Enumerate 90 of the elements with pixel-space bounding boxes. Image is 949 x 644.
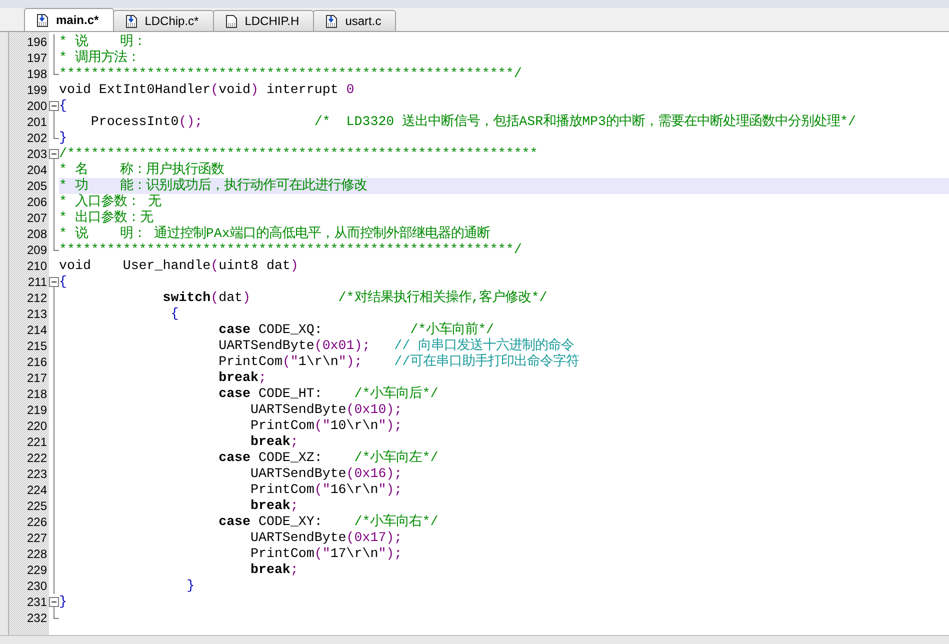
line-number: 210	[26, 258, 48, 274]
line-number: 203	[26, 146, 48, 162]
fold-end-icon	[53, 130, 59, 139]
line-number: 198	[26, 66, 48, 82]
line-number: 199	[26, 82, 48, 98]
code-line: UARTSendByte(0x10);	[250, 402, 402, 417]
line-number: 226	[26, 514, 48, 530]
line-number: 208	[26, 226, 48, 242]
code-line: PrintCom("16\r\n");	[250, 482, 402, 497]
line-number: 219	[26, 402, 48, 418]
line-number: 225	[26, 498, 48, 514]
line-number: 232	[26, 610, 48, 626]
code-line: {	[59, 98, 67, 113]
line-number: 196	[26, 34, 48, 50]
code-line: case CODE_XQ: /*小车向前*/	[218, 322, 494, 337]
code-line: * 调用方法：	[59, 50, 140, 65]
code-line: void User_handle(uint8 dat)	[59, 258, 298, 273]
line-number: 206	[26, 194, 48, 210]
file-tab[interactable]: LDCHIP.H	[212, 10, 314, 31]
line-number: 202	[26, 130, 48, 146]
line-number: 216	[26, 354, 48, 370]
fold-toggle-icon[interactable]	[49, 594, 59, 610]
code-line: PrintCom("17\r\n");	[250, 546, 402, 561]
line-number: 204	[26, 162, 48, 178]
fold-toggle-icon[interactable]	[49, 98, 59, 114]
line-number: 205	[26, 178, 48, 194]
code-line: void ExtInt0Handler(void) interrupt 0	[59, 82, 354, 97]
code-line: UARTSendByte(0x16);	[250, 466, 402, 481]
code-line: * 入口参数： 无	[59, 194, 161, 209]
line-number: 229	[26, 562, 48, 578]
fold-end-icon	[53, 66, 59, 75]
code-line: break;	[250, 562, 298, 577]
code-line: break;	[250, 498, 298, 513]
fold-toggle-icon[interactable]	[49, 274, 59, 290]
line-number: 197	[26, 50, 48, 66]
document-icon	[37, 14, 48, 26]
code-line: }	[186, 578, 195, 593]
line-number: 207	[26, 210, 48, 226]
code-line: * 名 称：用户执行函数	[59, 162, 224, 177]
line-number: 221	[26, 434, 48, 450]
document-icon	[226, 14, 237, 28]
code-line: UARTSendByte(0x01); // 向串口发送十六进制的命令	[218, 338, 574, 353]
line-number: 209	[26, 242, 48, 258]
code-line: PrintCom("1\r\n"); //可在串口助手打印出命令字符	[218, 354, 580, 369]
fold-end-icon	[53, 610, 59, 619]
code-line: }	[59, 130, 67, 145]
line-number: 201	[26, 114, 48, 130]
line-number: 224	[26, 482, 48, 498]
code-line: UARTSendByte(0x17);	[250, 530, 402, 545]
code-line: ProcessInt0(); /* LD3320 送出中断信号，包括ASR和播放MP3的中断，需要在中断处理函数中分别处理*/	[90, 114, 856, 129]
line-number: 223	[26, 466, 48, 482]
code-line: {	[59, 274, 67, 289]
code-line: * 说 明： 通过控制PAx端口的高低电平，从而控制外部继电器的通断	[59, 226, 490, 241]
line-number: 214	[26, 322, 48, 338]
line-number: 215	[26, 338, 48, 354]
code-line: * 功 能：识别成功后，执行动作可在此进行修改	[59, 178, 367, 193]
file-tab[interactable]: usart.c	[313, 10, 396, 31]
code-line: {	[170, 306, 179, 321]
code-line: * 出口参数：无	[59, 210, 153, 225]
code-line: * 说 明：	[59, 34, 146, 49]
fold-line-icon	[53, 114, 55, 130]
line-number: 211	[26, 274, 48, 290]
file-tab[interactable]: main.c*	[24, 8, 114, 31]
code-line: break;	[250, 434, 298, 449]
line-number: 217	[26, 370, 48, 386]
file-tab[interactable]: LDChip.c*	[112, 10, 214, 31]
line-number: 231	[26, 594, 48, 610]
code-line: case CODE_XZ: /*小车向左*/	[218, 450, 438, 465]
code-line: switch(dat) /*对结果执行相关操作,客户修改*/	[162, 290, 548, 305]
line-number: 230	[26, 578, 48, 594]
line-number: 228	[26, 546, 48, 562]
code-line: /***********************************************************	[59, 146, 538, 161]
code-line: }	[59, 594, 67, 609]
fold-end-icon	[53, 242, 59, 251]
line-number: 212	[26, 290, 48, 306]
code-line: PrintCom("10\r\n");	[250, 418, 402, 433]
line-number: 227	[26, 530, 48, 546]
line-number: 222	[26, 450, 48, 466]
code-line: *********************************************************/	[59, 66, 522, 81]
code-line: *********************************************************/	[59, 242, 522, 257]
line-number: 213	[26, 306, 48, 322]
document-icon	[126, 14, 137, 28]
line-number: 218	[26, 386, 48, 402]
code-line: case CODE_XY: /*小车向右*/	[218, 514, 438, 529]
line-number: 200	[26, 98, 48, 114]
code-line: case CODE_HT: /*小车向后*/	[218, 386, 438, 401]
document-icon	[326, 14, 338, 28]
code-line: break;	[218, 370, 266, 385]
fold-toggle-icon[interactable]	[49, 146, 59, 162]
line-number: 220	[26, 418, 48, 434]
